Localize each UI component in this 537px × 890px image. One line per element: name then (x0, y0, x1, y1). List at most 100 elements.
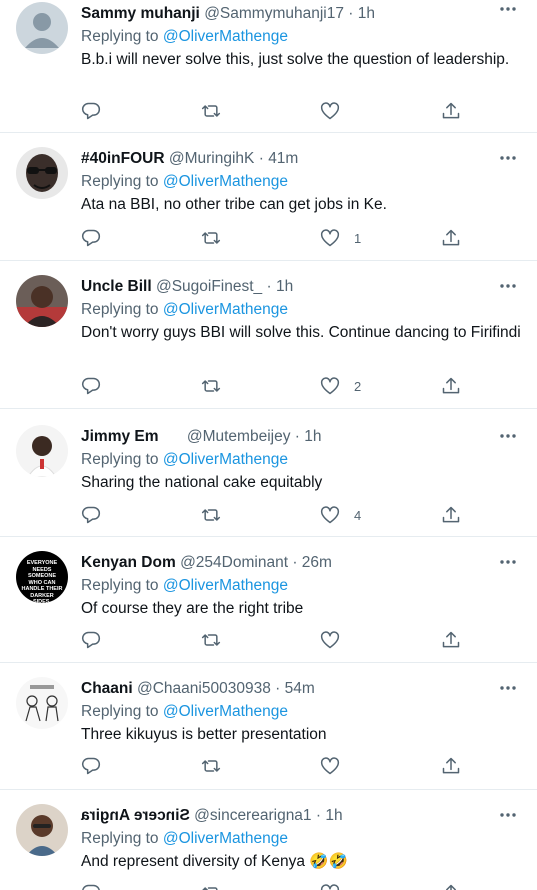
more-icon[interactable] (499, 433, 517, 439)
tweet-header: #40inFOUR @MuringihK · 41m (81, 149, 521, 169)
tweet[interactable]: Jimmy Em @Mutembeijey · 1h Replying to @… (0, 409, 537, 537)
tweet[interactable]: EVERYONE NEEDS SOMEONE WHO CAN HANDLE TH… (0, 537, 537, 663)
user-handle[interactable]: @254Dominant (180, 554, 288, 571)
retweet-button[interactable] (201, 755, 221, 777)
reply-button[interactable] (81, 227, 101, 249)
tweet-header: Kenyan Dom @254Dominant · 26m (81, 553, 521, 573)
avatar-sincere[interactable] (16, 804, 68, 856)
like-button[interactable] (320, 755, 354, 777)
share-button[interactable] (441, 629, 461, 651)
timestamp[interactable]: 1h (304, 428, 321, 445)
display-name[interactable]: Kenyan Dom (81, 554, 176, 571)
reply-button[interactable] (81, 100, 101, 122)
avatar-jimmy[interactable] (16, 425, 68, 477)
like-button[interactable] (320, 882, 340, 890)
more-icon[interactable] (499, 6, 517, 12)
more-icon[interactable] (499, 283, 517, 289)
avatar-sketch[interactable] (16, 677, 68, 729)
reply-icon (81, 229, 101, 247)
share-button[interactable] (441, 100, 461, 122)
share-button[interactable] (441, 227, 461, 249)
retweet-button[interactable] (201, 375, 221, 397)
reply-icon (81, 757, 101, 775)
like-button[interactable]: 1 (320, 227, 361, 249)
tweet-text: Sharing the national cake equitably (81, 474, 323, 491)
tweet[interactable]: Sammy muhanji @Sammymuhanji17 · 1h Reply… (0, 0, 537, 133)
tweet-text: Three kikuyus is better presentation (81, 726, 327, 743)
retweet-button[interactable] (201, 227, 221, 249)
display-name[interactable]: #40inFOUR (81, 150, 165, 167)
separator-dot: · (275, 680, 281, 697)
display-name[interactable]: Chaani (81, 680, 133, 697)
mention-link[interactable]: @OliverMathenge (163, 830, 288, 847)
timestamp[interactable]: 41m (268, 150, 298, 167)
retweet-button[interactable] (201, 504, 221, 526)
share-icon (442, 506, 460, 523)
user-handle[interactable]: @sincerearigna1 (194, 807, 311, 824)
reply-button[interactable] (81, 629, 101, 651)
user-handle[interactable]: @SugoiFinest_ (156, 278, 262, 295)
mention-link[interactable]: @OliverMathenge (163, 301, 288, 318)
timestamp[interactable]: 54m (285, 680, 315, 697)
reply-button[interactable] (81, 882, 101, 890)
more-icon[interactable] (499, 155, 517, 161)
mention-link[interactable]: @OliverMathenge (163, 28, 288, 45)
share-button[interactable] (441, 882, 461, 890)
mention-link[interactable]: @OliverMathenge (163, 577, 288, 594)
separator-dot: · (315, 807, 322, 824)
reply-button[interactable] (81, 504, 101, 526)
more-icon[interactable] (499, 559, 517, 565)
tweet-header: Sincere Angira @sincerearigna1 · 1h (81, 806, 521, 826)
display-name[interactable]: Sincere Angira (81, 806, 190, 826)
like-button[interactable]: 2 (320, 375, 361, 397)
mention-link[interactable]: @OliverMathenge (163, 451, 288, 468)
timestamp[interactable]: 1h (325, 807, 342, 824)
heart-icon (320, 631, 340, 649)
tweet-text-body: And represent diversity of Kenya (81, 853, 306, 870)
share-button[interactable] (441, 755, 461, 777)
reply-icon (81, 506, 101, 524)
user-handle[interactable]: @Mutembeijey (187, 428, 291, 445)
retweet-button[interactable] (201, 629, 221, 651)
avatar-default[interactable] (16, 2, 68, 54)
share-button[interactable] (441, 375, 461, 397)
timestamp[interactable]: 1h (358, 5, 375, 22)
avatar-sunglasses-man[interactable] (16, 147, 68, 199)
display-name[interactable]: Uncle Bill (81, 278, 152, 295)
mention-link[interactable]: @OliverMathenge (163, 173, 288, 190)
like-button[interactable] (320, 629, 354, 651)
retweet-button[interactable] (201, 882, 221, 890)
reply-button[interactable] (81, 755, 101, 777)
reply-button[interactable] (81, 375, 101, 397)
user-handle[interactable]: @MuringihK (169, 150, 255, 167)
tweet-text: And represent diversity of Kenya 🤣🤣 (81, 851, 521, 873)
avatar-text: EVERYONE NEEDS SOMEONE WHO CAN HANDLE TH… (21, 560, 63, 603)
avatar-quote-image[interactable]: EVERYONE NEEDS SOMEONE WHO CAN HANDLE TH… (16, 551, 68, 603)
more-icon[interactable] (499, 685, 517, 691)
avatar-uncle-bill[interactable] (16, 275, 68, 327)
more-icon[interactable] (499, 812, 517, 818)
timestamp[interactable]: 26m (302, 554, 332, 571)
retweet-icon (201, 509, 221, 521)
user-handle[interactable]: @Sammymuhanji17 (204, 5, 344, 22)
display-name[interactable]: Sammy muhanji (81, 5, 200, 22)
mention-link[interactable]: @OliverMathenge (163, 703, 288, 720)
tweet[interactable]: #40inFOUR @MuringihK · 41m Replying to @… (0, 133, 537, 261)
share-icon (442, 102, 460, 119)
timestamp[interactable]: 1h (276, 278, 293, 295)
user-handle[interactable]: @Chaani50030938 (137, 680, 271, 697)
share-icon (442, 229, 460, 246)
like-button[interactable] (320, 100, 354, 122)
reply-icon (82, 884, 100, 890)
retweet-icon (201, 760, 221, 772)
tweet[interactable]: Chaani @Chaani50030938 · 54m Replying to… (0, 663, 537, 790)
replying-to: Replying to @OliverMathenge (81, 172, 521, 192)
display-name[interactable]: Jimmy Em (81, 428, 159, 445)
retweet-button[interactable] (201, 100, 221, 122)
tweet-text: B.b.i will never solve this, just solve … (81, 51, 510, 68)
share-button[interactable] (441, 504, 461, 526)
tweet[interactable]: Sincere Angira @sincerearigna1 · 1h Repl… (0, 790, 537, 890)
share-icon (442, 631, 460, 648)
tweet[interactable]: Uncle Bill @SugoiFinest_ · 1h Replying t… (0, 261, 537, 409)
like-button[interactable]: 4 (320, 504, 361, 526)
